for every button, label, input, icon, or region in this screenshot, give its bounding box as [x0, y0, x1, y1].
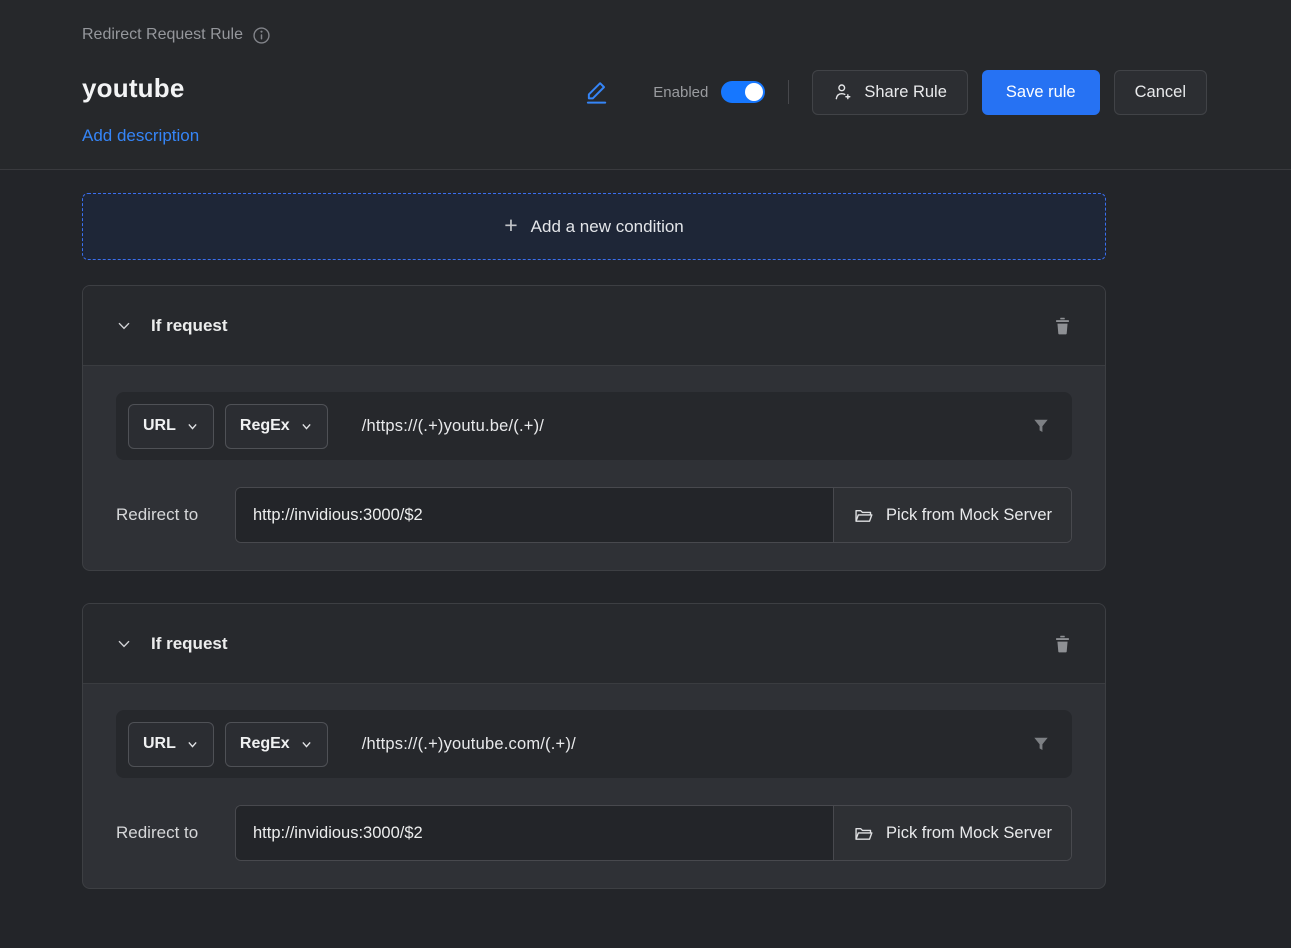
- source-url-pattern-input[interactable]: /https://(.+)youtube.com/(.+)/: [362, 735, 576, 754]
- info-circle-icon[interactable]: [253, 27, 270, 44]
- caret-down-icon: [300, 420, 313, 433]
- chevron-down-icon[interactable]: [116, 636, 132, 652]
- source-key-value: URL: [143, 417, 176, 435]
- condition-card-title: If request: [151, 316, 228, 336]
- folder-open-icon: [853, 505, 874, 526]
- pick-from-mock-server-label: Pick from Mock Server: [886, 506, 1052, 525]
- delete-condition-icon[interactable]: [1053, 315, 1072, 337]
- redirect-input-group: Pick from Mock Server: [235, 805, 1072, 861]
- share-rule-label: Share Rule: [864, 83, 947, 102]
- add-condition-label: Add a new condition: [531, 217, 684, 237]
- share-rule-button[interactable]: Share Rule: [812, 70, 968, 115]
- cancel-button[interactable]: Cancel: [1114, 70, 1207, 115]
- source-key-value: URL: [143, 735, 176, 753]
- condition-card: If request URL RegEx /https://(.+)youtu.…: [82, 285, 1106, 571]
- delete-condition-icon[interactable]: [1053, 633, 1072, 655]
- rule-type-label: Redirect Request Rule: [82, 26, 270, 44]
- redirect-input-group: Pick from Mock Server: [235, 487, 1072, 543]
- condition-card: If request URL RegEx /https://(.+)youtub…: [82, 603, 1106, 889]
- condition-card-body: URL RegEx /https://(.+)youtu.be/(.+)/ Re…: [83, 366, 1105, 570]
- source-key-dropdown[interactable]: URL: [128, 404, 214, 449]
- source-condition-row: URL RegEx /https://(.+)youtube.com/(.+)/: [116, 710, 1072, 778]
- user-plus-icon: [833, 82, 853, 102]
- condition-card-body: URL RegEx /https://(.+)youtube.com/(.+)/…: [83, 684, 1105, 888]
- pick-from-mock-server-button[interactable]: Pick from Mock Server: [833, 488, 1071, 542]
- save-rule-label: Save rule: [1006, 83, 1076, 102]
- redirect-destination-row: Redirect to Pick from Mock Server: [116, 487, 1072, 543]
- toggle-knob: [745, 83, 763, 101]
- condition-card-header[interactable]: If request: [83, 286, 1105, 366]
- rule-editor-header: Redirect Request Rule youtube Add descri…: [0, 0, 1291, 170]
- source-operator-dropdown[interactable]: RegEx: [225, 404, 328, 449]
- edit-rule-name-icon[interactable]: [583, 79, 609, 105]
- redirect-to-label: Redirect to: [116, 823, 235, 843]
- pick-from-mock-server-button[interactable]: Pick from Mock Server: [833, 806, 1071, 860]
- condition-card-title: If request: [151, 634, 228, 654]
- rule-pairs-container: + Add a new condition If request URL Reg…: [0, 170, 1291, 889]
- caret-down-icon: [186, 420, 199, 433]
- redirect-url-input[interactable]: [236, 806, 833, 860]
- redirect-url-input[interactable]: [236, 488, 833, 542]
- rule-type-text: Redirect Request Rule: [82, 26, 243, 44]
- filter-funnel-icon[interactable]: [1031, 416, 1051, 436]
- filter-funnel-icon[interactable]: [1031, 734, 1051, 754]
- rule-name-title[interactable]: youtube: [82, 73, 185, 104]
- source-condition-row: URL RegEx /https://(.+)youtu.be/(.+)/: [116, 392, 1072, 460]
- source-key-dropdown[interactable]: URL: [128, 722, 214, 767]
- vertical-divider: [788, 80, 789, 104]
- plus-icon: +: [504, 214, 517, 237]
- save-rule-button[interactable]: Save rule: [982, 70, 1100, 115]
- source-url-pattern-input[interactable]: /https://(.+)youtu.be/(.+)/: [362, 417, 544, 436]
- cancel-label: Cancel: [1135, 83, 1186, 102]
- caret-down-icon: [300, 738, 313, 751]
- pick-from-mock-server-label: Pick from Mock Server: [886, 824, 1052, 843]
- source-operator-value: RegEx: [240, 417, 290, 435]
- source-operator-value: RegEx: [240, 735, 290, 753]
- source-operator-dropdown[interactable]: RegEx: [225, 722, 328, 767]
- add-description-link[interactable]: Add description: [82, 126, 199, 146]
- chevron-down-icon[interactable]: [116, 318, 132, 334]
- header-actions: Enabled Share Rule Save rule Cancel: [583, 69, 1207, 115]
- enabled-label: Enabled: [653, 84, 708, 101]
- redirect-to-label: Redirect to: [116, 505, 235, 525]
- condition-card-header[interactable]: If request: [83, 604, 1105, 684]
- rule-enabled-toggle[interactable]: [721, 81, 765, 103]
- add-new-condition-button[interactable]: + Add a new condition: [82, 193, 1106, 260]
- caret-down-icon: [186, 738, 199, 751]
- redirect-destination-row: Redirect to Pick from Mock Server: [116, 805, 1072, 861]
- folder-open-icon: [853, 823, 874, 844]
